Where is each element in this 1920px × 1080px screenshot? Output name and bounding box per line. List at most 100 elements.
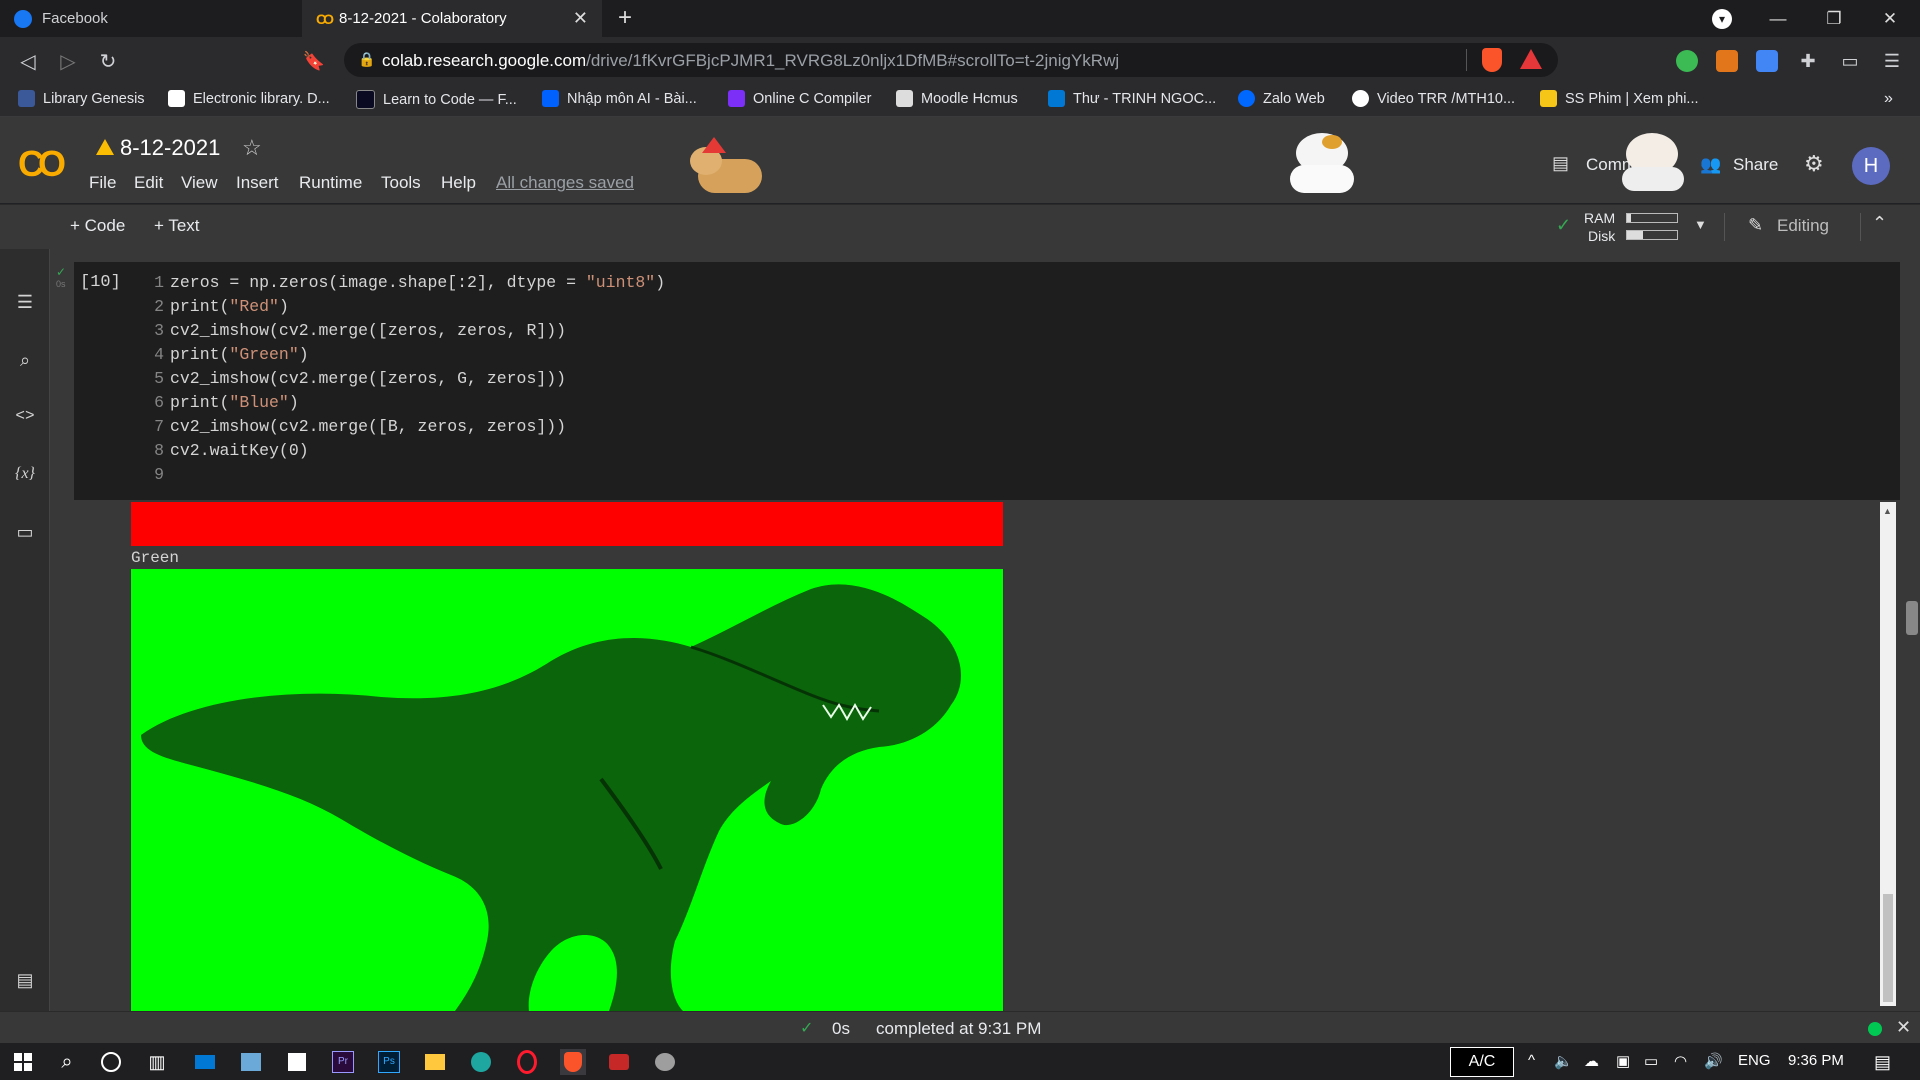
menu-tools[interactable]: Tools	[381, 173, 421, 193]
photoshop-app-icon[interactable]: Ps	[376, 1049, 402, 1075]
code-line[interactable]: 3 cv2_imshow(cv2.merge([zeros, zeros, R])…	[144, 321, 566, 345]
resources-dropdown-icon[interactable]: ▼	[1694, 217, 1707, 232]
restore-button[interactable]: ❐	[1806, 0, 1862, 37]
menu-runtime[interactable]: Runtime	[299, 173, 362, 193]
reload-icon[interactable]: ↻	[94, 47, 122, 75]
code-line[interactable]: 6 print("Blue")	[144, 393, 299, 417]
notebook-title[interactable]: 8-12-2021	[120, 135, 220, 161]
settings-gear-icon[interactable]: ⚙	[1804, 151, 1824, 177]
more-bookmarks-button[interactable]: »	[1884, 90, 1893, 108]
back-icon[interactable]: ◁	[14, 47, 42, 75]
code-line[interactable]: 5 cv2_imshow(cv2.merge([zeros, G, zeros])…	[144, 369, 566, 393]
brave-rewards-icon[interactable]	[1520, 49, 1542, 69]
notifications-icon[interactable]: ▤	[1874, 1052, 1891, 1073]
bookmark-item[interactable]: Video TRR /MTH10...	[1352, 90, 1515, 107]
code-line[interactable]: 7 cv2_imshow(cv2.merge([B, zeros, zeros])…	[144, 417, 566, 441]
brave-browser-icon[interactable]	[560, 1049, 586, 1075]
bookmark-item[interactable]: Electronic library. D...	[168, 90, 330, 107]
onedrive-icon[interactable]: ☁	[1584, 1052, 1599, 1070]
wallet-icon[interactable]: ▭	[1836, 47, 1864, 75]
ram-usage-bar[interactable]	[1626, 213, 1678, 223]
show-hidden-icons-icon[interactable]: ^	[1528, 1052, 1535, 1069]
disk-usage-bar[interactable]	[1626, 230, 1678, 240]
run-success-icon[interactable]: ✓	[56, 265, 66, 279]
volume-icon[interactable]: 🔈	[1554, 1052, 1573, 1070]
add-text-button[interactable]: + Text	[154, 216, 200, 236]
search-icon[interactable]: ⌕	[12, 347, 38, 373]
mail-app-icon[interactable]	[192, 1049, 218, 1075]
opera-browser-icon[interactable]	[514, 1049, 540, 1075]
menu-insert[interactable]: Insert	[236, 173, 279, 193]
code-cell[interactable]: [10] 1 zeros = np.zeros(image.shape[:2], …	[74, 262, 1900, 500]
code-snippets-icon[interactable]: <>	[12, 403, 38, 429]
collapse-header-icon[interactable]: ⌃	[1872, 213, 1887, 234]
forward-icon[interactable]: ▷	[54, 47, 82, 75]
output-scrollbar[interactable]: ▲	[1880, 502, 1896, 1006]
tab-search-icon[interactable]: ▾	[1712, 9, 1732, 29]
colab-logo[interactable]: CO	[18, 143, 66, 185]
code-line[interactable]: 2 print("Red")	[144, 297, 289, 321]
close-status-icon[interactable]: ✕	[1896, 1017, 1911, 1038]
meet-now-icon[interactable]: ▣	[1616, 1052, 1630, 1070]
status-completed-text[interactable]: completed at 9:31 PM	[876, 1019, 1041, 1039]
extension-icon[interactable]	[1676, 50, 1698, 72]
bookmark-item[interactable]: SS Phim | Xem phi...	[1540, 90, 1699, 107]
tab-facebook[interactable]: Facebook	[0, 0, 300, 37]
menu-file[interactable]: File	[89, 173, 116, 193]
files-folder-icon[interactable]: ▭	[12, 519, 38, 545]
battery-icon[interactable]: ▭	[1644, 1052, 1658, 1070]
menu-help[interactable]: Help	[441, 173, 476, 193]
code-line[interactable]: 4 print("Green")	[144, 345, 309, 369]
scroll-up-icon[interactable]: ▲	[1883, 506, 1892, 516]
bookmark-item[interactable]: Online C Compiler	[728, 90, 871, 107]
photos-app-icon[interactable]	[238, 1049, 264, 1075]
app-icon[interactable]	[606, 1049, 632, 1075]
premiere-app-icon[interactable]: Pr	[330, 1049, 356, 1075]
edge-browser-icon[interactable]	[468, 1049, 494, 1075]
bookmark-item[interactable]: Zalo Web	[1238, 90, 1325, 107]
app-icon[interactable]	[652, 1049, 678, 1075]
bookmark-item[interactable]: Learn to Code — F...	[356, 90, 517, 109]
brave-shield-icon[interactable]	[1482, 48, 1502, 72]
translate-icon[interactable]	[1756, 50, 1778, 72]
wifi-icon[interactable]: ◠	[1674, 1052, 1687, 1070]
terminal-icon[interactable]: ▤	[12, 967, 38, 993]
task-view-icon[interactable]: ▥	[144, 1049, 170, 1075]
code-line[interactable]: 1 zeros = np.zeros(image.shape[:2], dtype…	[144, 273, 665, 297]
bookmark-item[interactable]: Thư - TRINH NGOC...	[1048, 90, 1216, 107]
bookmark-item[interactable]: Nhập môn AI - Bài...	[542, 90, 697, 107]
table-of-contents-icon[interactable]: ☰	[12, 289, 38, 315]
browser-menu-icon[interactable]: ☰	[1878, 47, 1906, 75]
speaker-icon[interactable]: 🔊	[1704, 1052, 1723, 1070]
bookmark-page-icon[interactable]: 🔖	[300, 47, 328, 75]
close-window-button[interactable]: ✕	[1862, 0, 1918, 37]
menu-view[interactable]: View	[181, 173, 218, 193]
search-icon[interactable]: ⌕	[54, 1049, 80, 1075]
store-app-icon[interactable]	[284, 1049, 310, 1075]
minimize-button[interactable]: —	[1750, 0, 1806, 37]
account-avatar[interactable]: H	[1852, 147, 1890, 185]
clock[interactable]: 9:36 PM	[1788, 1052, 1844, 1069]
scrollbar-thumb[interactable]	[1883, 894, 1893, 1002]
star-icon[interactable]: ☆	[242, 135, 262, 161]
add-code-button[interactable]: + Code	[70, 216, 125, 236]
comment-icon[interactable]: ▤	[1552, 153, 1569, 174]
close-tab-icon[interactable]: ✕	[573, 8, 588, 29]
editing-mode-button[interactable]: Editing	[1777, 216, 1829, 236]
save-status-link[interactable]: All changes saved	[496, 173, 634, 193]
windows-start-icon[interactable]	[10, 1049, 36, 1075]
input-language[interactable]: ENG	[1738, 1052, 1771, 1069]
file-explorer-icon[interactable]	[422, 1049, 448, 1075]
variables-icon[interactable]: {x}	[12, 461, 38, 487]
address-bar[interactable]: 🔒 colab.research.google.com/drive/1fKvrG…	[344, 43, 1558, 77]
metamask-icon[interactable]	[1716, 50, 1738, 72]
bookmark-item[interactable]: Library Genesis	[18, 90, 145, 107]
code-line[interactable]: 9	[144, 465, 170, 489]
bookmark-item[interactable]: Moodle Hcmus	[896, 90, 1018, 107]
page-scrollbar-thumb[interactable]	[1906, 601, 1918, 635]
new-tab-button[interactable]: +	[618, 4, 632, 32]
ac-indicator[interactable]: A/C	[1450, 1047, 1514, 1077]
code-line[interactable]: 8 cv2.waitKey(0)	[144, 441, 309, 465]
tab-colab[interactable]: CO 8-12-2021 - Colaboratory ✕	[302, 0, 602, 37]
share-button[interactable]: Share	[1733, 155, 1778, 175]
